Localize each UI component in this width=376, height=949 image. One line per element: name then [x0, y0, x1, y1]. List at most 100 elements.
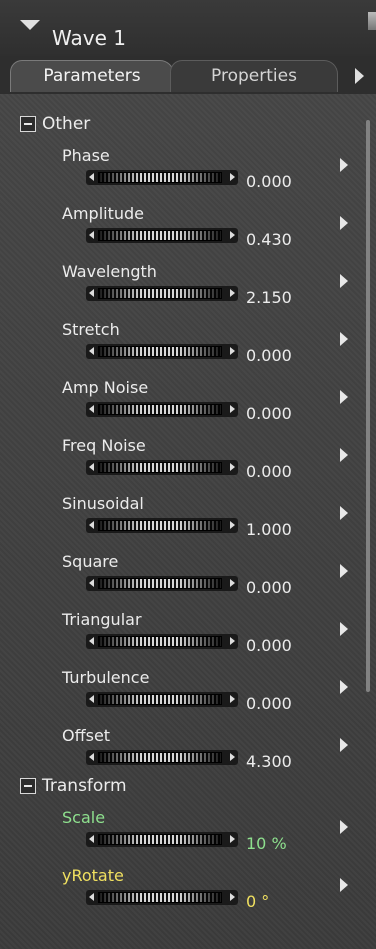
param-menu-arrow-icon[interactable] — [340, 216, 348, 230]
param-row-scale: Scale 10 % — [0, 808, 376, 866]
arrow-left-icon[interactable] — [89, 893, 94, 901]
param-dial-slider[interactable] — [86, 832, 238, 847]
dial-track[interactable] — [98, 462, 222, 473]
arrow-left-icon[interactable] — [89, 463, 94, 471]
panel-menu-icon[interactable] — [368, 12, 376, 30]
dial-track[interactable] — [98, 288, 222, 299]
arrow-left-icon[interactable] — [89, 753, 94, 761]
param-menu-arrow-icon[interactable] — [340, 622, 348, 636]
arrow-right-icon[interactable] — [230, 521, 235, 529]
param-row-wavelength: Wavelength 2.150 — [0, 262, 376, 320]
arrow-left-icon[interactable] — [89, 289, 94, 297]
dial-track[interactable] — [98, 404, 222, 415]
dial-track[interactable] — [98, 172, 222, 183]
arrow-right-icon[interactable] — [230, 835, 235, 843]
dial-track[interactable] — [98, 578, 222, 589]
arrow-left-icon[interactable] — [89, 695, 94, 703]
param-dial-slider[interactable] — [86, 286, 238, 301]
param-value[interactable]: 2.150 — [246, 288, 292, 307]
arrow-left-icon[interactable] — [89, 835, 94, 843]
param-menu-arrow-icon[interactable] — [340, 332, 348, 346]
dial-track[interactable] — [98, 230, 222, 241]
collapse-minus-icon[interactable] — [20, 116, 36, 132]
param-menu-arrow-icon[interactable] — [340, 274, 348, 288]
param-row-square: Square 0.000 — [0, 552, 376, 610]
param-dial-slider[interactable] — [86, 402, 238, 417]
param-menu-arrow-icon[interactable] — [340, 448, 348, 462]
param-value[interactable]: 4.300 — [246, 752, 292, 771]
param-row-amp-noise: Amp Noise 0.000 — [0, 378, 376, 436]
arrow-left-icon[interactable] — [89, 579, 94, 587]
tab-bar: Parameters Properties — [0, 56, 376, 94]
tab-parameters[interactable]: Parameters — [10, 60, 174, 92]
param-value[interactable]: 10 % — [246, 834, 287, 853]
param-dial-slider[interactable] — [86, 576, 238, 591]
param-value[interactable]: 0.000 — [246, 636, 292, 655]
param-menu-arrow-icon[interactable] — [340, 820, 348, 834]
arrow-right-icon[interactable] — [230, 637, 235, 645]
param-dial-slider[interactable] — [86, 518, 238, 533]
param-dial-slider[interactable] — [86, 750, 238, 765]
dial-track[interactable] — [98, 520, 222, 531]
arrow-right-icon[interactable] — [230, 231, 235, 239]
dial-track[interactable] — [98, 346, 222, 357]
param-label: Sinusoidal — [62, 494, 144, 513]
param-value[interactable]: 0.000 — [246, 694, 292, 713]
arrow-right-icon[interactable] — [230, 579, 235, 587]
param-menu-arrow-icon[interactable] — [340, 564, 348, 578]
dial-track[interactable] — [98, 752, 222, 763]
collapse-triangle-icon[interactable] — [20, 20, 40, 30]
param-dial-slider[interactable] — [86, 890, 238, 905]
arrow-right-icon[interactable] — [230, 753, 235, 761]
param-value[interactable]: 0.000 — [246, 462, 292, 481]
arrow-right-icon[interactable] — [230, 289, 235, 297]
dial-track[interactable] — [98, 834, 222, 845]
arrow-right-icon[interactable] — [230, 173, 235, 181]
param-label: Scale — [62, 808, 106, 827]
param-label: Offset — [62, 726, 111, 745]
dial-track[interactable] — [98, 892, 222, 903]
param-value[interactable]: 0.430 — [246, 230, 292, 249]
group-label: Transform — [42, 776, 127, 796]
arrow-left-icon[interactable] — [89, 231, 94, 239]
param-dial-slider[interactable] — [86, 344, 238, 359]
arrow-right-icon[interactable] — [230, 405, 235, 413]
param-dial-slider[interactable] — [86, 170, 238, 185]
param-dial-slider[interactable] — [86, 460, 238, 475]
param-menu-arrow-icon[interactable] — [340, 680, 348, 694]
param-label: Amp Noise — [62, 378, 149, 397]
tab-properties[interactable]: Properties — [170, 60, 338, 92]
param-menu-arrow-icon[interactable] — [340, 878, 348, 892]
arrow-left-icon[interactable] — [89, 347, 94, 355]
param-label: Amplitude — [62, 204, 144, 223]
param-label: Phase — [62, 146, 110, 165]
dial-track[interactable] — [98, 694, 222, 705]
param-menu-arrow-icon[interactable] — [340, 506, 348, 520]
param-menu-arrow-icon[interactable] — [340, 738, 348, 752]
param-dial-slider[interactable] — [86, 228, 238, 243]
param-menu-arrow-icon[interactable] — [340, 158, 348, 172]
param-value[interactable]: 0.000 — [246, 172, 292, 191]
arrow-left-icon[interactable] — [89, 173, 94, 181]
arrow-left-icon[interactable] — [89, 637, 94, 645]
dial-track[interactable] — [98, 636, 222, 647]
arrow-right-icon[interactable] — [230, 347, 235, 355]
arrow-right-icon[interactable] — [230, 893, 235, 901]
param-value[interactable]: 1.000 — [246, 520, 292, 539]
param-row-stretch: Stretch 0.000 — [0, 320, 376, 378]
param-row-freq-noise: Freq Noise 0.000 — [0, 436, 376, 494]
arrow-left-icon[interactable] — [89, 521, 94, 529]
param-dial-slider[interactable] — [86, 634, 238, 649]
param-value[interactable]: 0.000 — [246, 346, 292, 365]
param-value[interactable]: 0.000 — [246, 578, 292, 597]
arrow-left-icon[interactable] — [89, 405, 94, 413]
param-menu-arrow-icon[interactable] — [340, 390, 348, 404]
param-value[interactable]: 0.000 — [246, 404, 292, 423]
param-value[interactable]: 0 ° — [246, 892, 269, 911]
tab-scroll-right-icon[interactable] — [355, 68, 364, 84]
arrow-right-icon[interactable] — [230, 695, 235, 703]
param-dial-slider[interactable] — [86, 692, 238, 707]
wave-parameters-panel: Wave 1 Parameters Properties Other Phase… — [0, 0, 376, 949]
arrow-right-icon[interactable] — [230, 463, 235, 471]
collapse-minus-icon[interactable] — [20, 778, 36, 794]
